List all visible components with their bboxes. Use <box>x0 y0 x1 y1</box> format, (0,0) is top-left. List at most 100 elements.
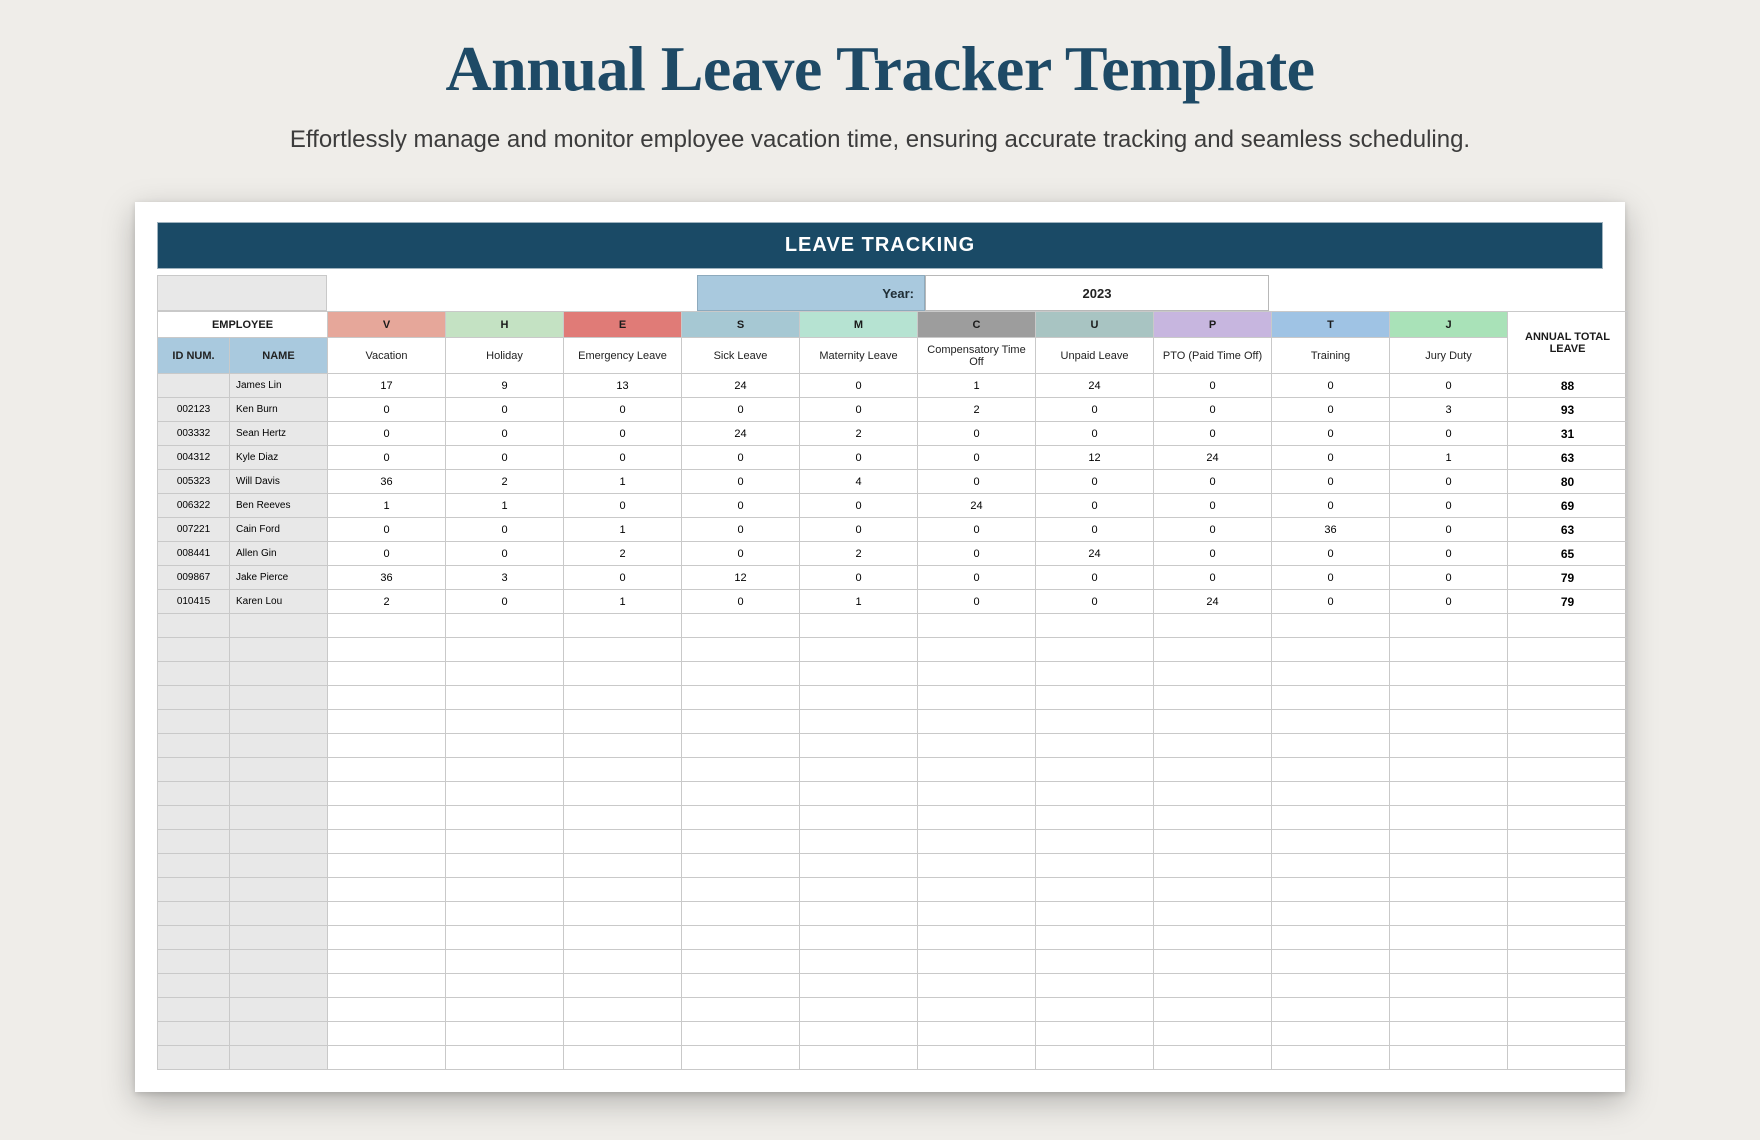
cell-empty[interactable] <box>1272 1046 1390 1070</box>
table-row-empty[interactable] <box>158 806 1628 830</box>
cell-id[interactable]: 007221 <box>158 518 230 542</box>
cell-empty[interactable] <box>564 782 682 806</box>
cell-empty[interactable] <box>1272 926 1390 950</box>
cell-empty[interactable] <box>564 638 682 662</box>
cell-val[interactable]: 2 <box>800 542 918 566</box>
cell-val[interactable]: 0 <box>1154 374 1272 398</box>
cell-val[interactable]: 0 <box>1390 542 1508 566</box>
cell-val[interactable]: 0 <box>1154 542 1272 566</box>
cell-id[interactable] <box>158 374 230 398</box>
cell-empty[interactable] <box>1390 734 1508 758</box>
cell-empty[interactable] <box>800 614 918 638</box>
cell-val[interactable]: 0 <box>446 422 564 446</box>
cell-val[interactable]: 0 <box>1036 470 1154 494</box>
cell-empty[interactable] <box>1508 998 1628 1022</box>
cell-empty[interactable] <box>1508 950 1628 974</box>
cell-empty[interactable] <box>1154 686 1272 710</box>
table-row[interactable]: 002123Ken Burn000002000393 <box>158 398 1628 422</box>
table-row-empty[interactable] <box>158 638 1628 662</box>
cell-empty[interactable] <box>158 686 230 710</box>
cell-val[interactable]: 0 <box>1036 518 1154 542</box>
cell-empty[interactable] <box>328 878 446 902</box>
cell-empty[interactable] <box>446 710 564 734</box>
cell-empty[interactable] <box>1154 854 1272 878</box>
cell-empty[interactable] <box>1272 614 1390 638</box>
cell-empty[interactable] <box>918 926 1036 950</box>
cell-empty[interactable] <box>564 758 682 782</box>
cell-val[interactable]: 1 <box>564 518 682 542</box>
cell-empty[interactable] <box>918 854 1036 878</box>
cell-empty[interactable] <box>1154 662 1272 686</box>
table-row-empty[interactable] <box>158 734 1628 758</box>
cell-val[interactable]: 0 <box>328 518 446 542</box>
cell-val[interactable]: 0 <box>328 422 446 446</box>
cell-empty[interactable] <box>800 782 918 806</box>
cell-empty[interactable] <box>446 734 564 758</box>
cell-val[interactable]: 0 <box>1154 470 1272 494</box>
cell-name[interactable]: Will Davis <box>230 470 328 494</box>
cell-empty[interactable] <box>1154 734 1272 758</box>
cell-empty[interactable] <box>918 686 1036 710</box>
cell-empty[interactable] <box>1036 686 1154 710</box>
cell-id[interactable]: 010415 <box>158 590 230 614</box>
cell-empty[interactable] <box>328 782 446 806</box>
cell-empty[interactable] <box>328 686 446 710</box>
cell-empty[interactable] <box>158 806 230 830</box>
cell-val[interactable]: 36 <box>1272 518 1390 542</box>
cell-empty[interactable] <box>1390 1022 1508 1046</box>
cell-empty[interactable] <box>682 638 800 662</box>
cell-val[interactable]: 2 <box>800 422 918 446</box>
cell-empty[interactable] <box>918 710 1036 734</box>
cell-empty[interactable] <box>230 854 328 878</box>
cell-empty[interactable] <box>682 614 800 638</box>
cell-empty[interactable] <box>230 830 328 854</box>
cell-val[interactable]: 24 <box>1154 590 1272 614</box>
cell-val[interactable]: 0 <box>682 470 800 494</box>
cell-empty[interactable] <box>230 1022 328 1046</box>
cell-val[interactable]: 0 <box>446 542 564 566</box>
cell-id[interactable]: 004312 <box>158 446 230 470</box>
cell-empty[interactable] <box>800 998 918 1022</box>
cell-val[interactable]: 2 <box>564 542 682 566</box>
cell-empty[interactable] <box>682 662 800 686</box>
cell-empty[interactable] <box>564 614 682 638</box>
cell-empty[interactable] <box>682 998 800 1022</box>
cell-empty[interactable] <box>1036 638 1154 662</box>
cell-id[interactable]: 006322 <box>158 494 230 518</box>
cell-empty[interactable] <box>158 998 230 1022</box>
cell-empty[interactable] <box>1154 1046 1272 1070</box>
cell-empty[interactable] <box>918 758 1036 782</box>
table-row-empty[interactable] <box>158 998 1628 1022</box>
cell-empty[interactable] <box>1154 830 1272 854</box>
cell-empty[interactable] <box>1390 638 1508 662</box>
cell-val[interactable]: 0 <box>1272 542 1390 566</box>
cell-empty[interactable] <box>446 1022 564 1046</box>
cell-val[interactable]: 0 <box>1272 566 1390 590</box>
cell-empty[interactable] <box>1036 662 1154 686</box>
table-row-empty[interactable] <box>158 758 1628 782</box>
cell-empty[interactable] <box>682 902 800 926</box>
cell-empty[interactable] <box>1390 1046 1508 1070</box>
cell-val[interactable]: 0 <box>682 542 800 566</box>
cell-val[interactable]: 24 <box>1154 446 1272 470</box>
cell-empty[interactable] <box>230 782 328 806</box>
cell-val[interactable]: 0 <box>1036 590 1154 614</box>
cell-empty[interactable] <box>682 950 800 974</box>
cell-name[interactable]: Karen Lou <box>230 590 328 614</box>
cell-val[interactable]: 0 <box>1272 374 1390 398</box>
cell-empty[interactable] <box>230 662 328 686</box>
cell-empty[interactable] <box>918 614 1036 638</box>
table-row[interactable]: 005323Will Davis3621040000080 <box>158 470 1628 494</box>
cell-empty[interactable] <box>1036 974 1154 998</box>
cell-empty[interactable] <box>1508 734 1628 758</box>
cell-empty[interactable] <box>328 1022 446 1046</box>
table-row[interactable]: 006322Ben Reeves1100024000069 <box>158 494 1628 518</box>
cell-val[interactable]: 1 <box>446 494 564 518</box>
cell-id[interactable]: 003332 <box>158 422 230 446</box>
cell-empty[interactable] <box>918 878 1036 902</box>
cell-empty[interactable] <box>158 878 230 902</box>
cell-empty[interactable] <box>800 1046 918 1070</box>
cell-empty[interactable] <box>1508 638 1628 662</box>
cell-empty[interactable] <box>158 638 230 662</box>
cell-empty[interactable] <box>328 926 446 950</box>
